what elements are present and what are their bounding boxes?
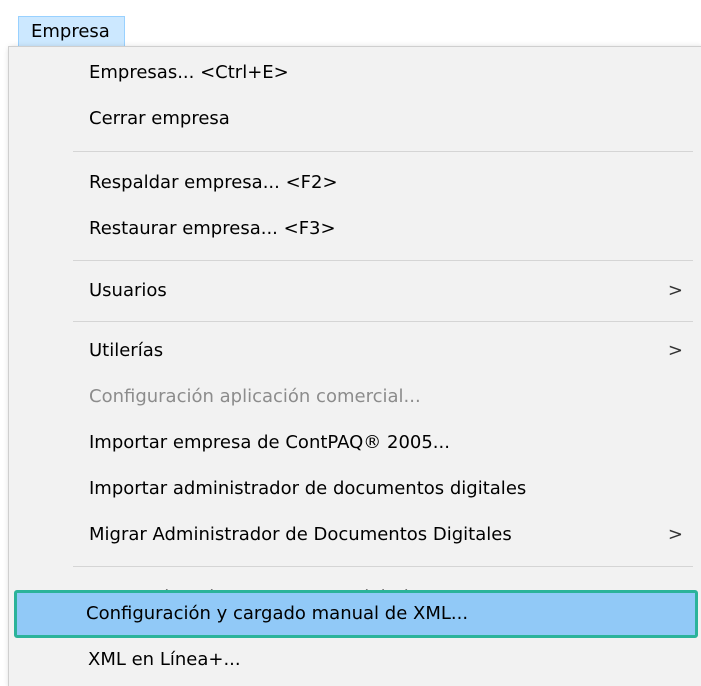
menu-separator xyxy=(73,151,693,152)
menu-item-respaldar-empresa[interactable]: Respaldar empresa... <F2> xyxy=(75,160,691,206)
menu-separator xyxy=(73,566,693,567)
submenu-arrow-icon: > xyxy=(667,340,683,361)
menu-item-label: Usuarios xyxy=(89,280,167,301)
menu-item-label: Utilerías xyxy=(89,340,164,361)
menu-item-label: Respaldar empresa... <F2> xyxy=(89,172,338,193)
menu-item-utilerias[interactable]: Utilerías > xyxy=(75,328,691,374)
menu-item-usuarios[interactable]: Usuarios > xyxy=(75,268,691,314)
submenu-arrow-icon: > xyxy=(667,524,683,545)
menu-item-label: Migrar Administrador de Documentos Digit… xyxy=(89,524,512,545)
menu-item-label: Restaurar empresa... <F3> xyxy=(89,218,336,239)
menu-item-importar-administrador-documentos[interactable]: Importar administrador de documentos dig… xyxy=(75,466,691,512)
menubar-item-empresa[interactable]: Empresa xyxy=(18,16,125,46)
menu-item-cerrar-empresa[interactable]: Cerrar empresa xyxy=(75,96,691,142)
menu-item-configuracion-aplicacion-comercial: Configuración aplicación comercial... xyxy=(75,374,691,420)
menu-item-label: XML en Línea+... xyxy=(88,649,241,670)
menu-item-label: Configuración aplicación comercial... xyxy=(89,386,421,407)
menu-bar: Empresa xyxy=(0,0,701,46)
menu-item-migrar-administrador-documentos[interactable]: Migrar Administrador de Documentos Digit… xyxy=(75,512,691,558)
menu-item-label: Importar empresa de ContPAQ® 2005... xyxy=(89,432,450,453)
menu-item-label: Importar administrador de documentos dig… xyxy=(89,478,527,499)
menu-item-importar-empresa-contpaq[interactable]: Importar empresa de ContPAQ® 2005... xyxy=(75,420,691,466)
highlighted-menu-item-configuracion-xml[interactable]: Configuración y cargado manual de XML... xyxy=(14,590,698,638)
menu-item-restaurar-empresa[interactable]: Restaurar empresa... <F3> xyxy=(75,206,691,252)
menu-item-label: Configuración y cargado manual de XML... xyxy=(86,603,469,624)
menu-separator xyxy=(73,260,693,261)
menu-item-label: Empresas... <Ctrl+E> xyxy=(89,62,289,83)
menu-item-label: Cerrar empresa xyxy=(89,108,230,129)
menu-separator xyxy=(73,321,693,322)
menu-item-empresas[interactable]: Empresas... <Ctrl+E> xyxy=(75,50,691,96)
menu-item-xml-en-linea[interactable]: XML en Línea+... xyxy=(74,638,691,682)
submenu-arrow-icon: > xyxy=(667,280,683,301)
